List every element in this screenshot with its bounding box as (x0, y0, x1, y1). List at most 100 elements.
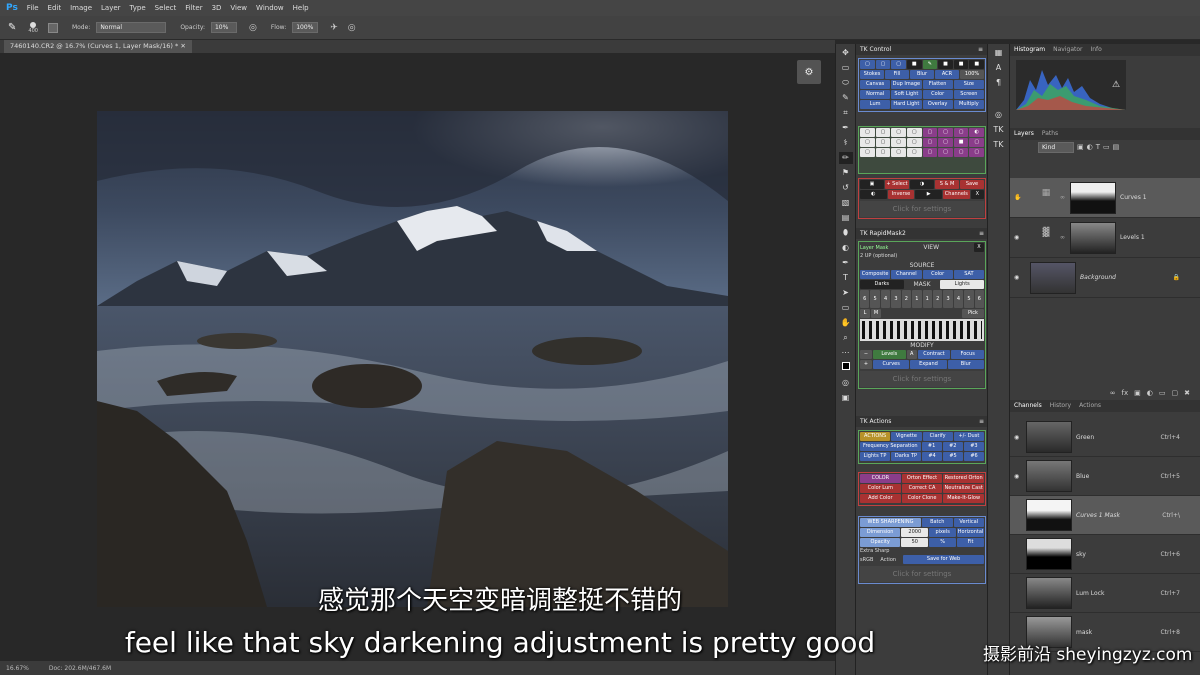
menu-layer[interactable]: Layer (101, 4, 121, 12)
tk-soft-light-button[interactable]: Soft Light (891, 90, 922, 99)
tk-multiply-button[interactable]: Multiply (953, 100, 984, 109)
tk-extra-sharp-check[interactable]: Extra Sharp (860, 548, 984, 554)
tk-l-button[interactable]: L (860, 309, 870, 318)
tk-contract-button[interactable]: Contract (917, 350, 951, 359)
layer-mask-thumbnail[interactable] (1070, 221, 1116, 254)
layer-row[interactable]: ◉ ▓ ∞ Levels 1 (1010, 218, 1200, 258)
tk-m-button[interactable]: M (871, 309, 881, 318)
menu-image[interactable]: Image (70, 4, 92, 12)
tk-darks-tp-button[interactable]: Darks TP (891, 452, 921, 461)
filter-shape-icon[interactable]: ▭ (1103, 143, 1110, 151)
tk-vignette-button[interactable]: Vignette (891, 432, 922, 441)
tk-action-3[interactable]: #3 (963, 442, 985, 451)
channel-row[interactable]: ◉ Blue Ctrl+5 (1010, 457, 1200, 496)
move-tool-icon[interactable]: ✥ (839, 47, 853, 59)
tk-fit-button[interactable]: Fit (957, 538, 984, 547)
tk-add-color-button[interactable]: Add Color (860, 494, 901, 503)
airbrush-icon[interactable]: ✈ (330, 23, 338, 33)
layer-row[interactable]: ✋ ▦ ∞ Curves 1 (1010, 178, 1200, 218)
menu-select[interactable]: Select (155, 4, 177, 12)
add-mask-icon[interactable]: ▣ (1134, 389, 1141, 397)
tab-info[interactable]: Info (1090, 46, 1101, 54)
tk-select-icon[interactable]: ▣ (860, 180, 884, 189)
tk-icon-4[interactable]: ■ (906, 60, 922, 69)
layer-mask-thumbnail[interactable] (1070, 181, 1116, 214)
tk-normal-button[interactable]: Normal (860, 90, 891, 99)
lock-icon[interactable]: 🔒 (1173, 274, 1180, 281)
document-tab[interactable]: 7460140.CR2 @ 16.7% (Curves 1, Layer Mas… (4, 40, 192, 53)
tab-history[interactable]: History (1050, 402, 1071, 410)
tk-fill-button[interactable]: Fill (885, 70, 909, 79)
tk-sm-button[interactable]: S & M (935, 180, 959, 189)
quick-mask-icon[interactable]: ◎ (839, 377, 853, 389)
type-tool-icon[interactable]: T (839, 272, 853, 284)
new-layer-icon[interactable]: ▢ (1172, 389, 1179, 397)
tk-layer-mask-check[interactable]: Layer Mask (860, 245, 888, 251)
tk-canvas-button[interactable]: Canvas (860, 80, 891, 89)
tk-color-clone-button[interactable]: Color Clone (901, 494, 943, 503)
link-icon[interactable]: ∞ (1060, 234, 1066, 241)
tk-light-1[interactable]: 1 (922, 290, 932, 308)
tab-layers[interactable]: Layers (1014, 130, 1034, 138)
tk-neutralize-button[interactable]: Neutralize Cast (943, 484, 985, 493)
tk-sat-button[interactable]: SAT (953, 270, 984, 279)
tk-color-lum-button[interactable]: Color Lum (860, 484, 901, 493)
quick-select-tool-icon[interactable]: ✎ (839, 92, 853, 104)
dodge-tool-icon[interactable]: ◐ (839, 242, 853, 254)
tk-inverse-button[interactable]: Inverse (887, 190, 915, 199)
tk-batch-button[interactable]: Batch (922, 518, 953, 527)
tk-icon-1[interactable]: ▢ (860, 60, 875, 69)
tk-dark-4[interactable]: 4 (880, 290, 891, 308)
tk-action-5[interactable]: #5 (943, 452, 963, 461)
tab-histogram[interactable]: Histogram (1014, 46, 1045, 54)
channel-row[interactable]: Lum Lock Ctrl+7 (1010, 574, 1200, 613)
tk-dust-button[interactable]: +/- Dust (953, 432, 984, 441)
flow-field[interactable]: 100% (292, 22, 319, 33)
close-icon[interactable]: ✕ (180, 42, 185, 50)
tk-plus-button[interactable]: + (860, 360, 872, 369)
tk-mask-settings[interactable]: Click for settings (860, 371, 984, 387)
tk-flatten-button[interactable]: Flatten (922, 80, 953, 89)
tk-icon-5[interactable]: ✎ (922, 60, 938, 69)
eye-icon[interactable]: ◉ (1014, 234, 1026, 241)
tk-action-4[interactable]: #4 (922, 452, 942, 461)
tk-light-5[interactable]: 5 (964, 290, 974, 308)
tk-levels-button[interactable]: Levels (873, 350, 906, 359)
eraser-tool-icon[interactable]: ▧ (839, 197, 853, 209)
tk-minus-button[interactable]: − (860, 350, 872, 359)
tab-paths[interactable]: Paths (1042, 130, 1058, 138)
adjustment-icon[interactable]: ◐ (1147, 389, 1153, 397)
tk-2up-check[interactable]: 2 UP (optional) (860, 253, 984, 262)
tk-blur-button[interactable]: Blur (910, 70, 934, 79)
tk-action-check[interactable]: Action (880, 557, 896, 563)
character-panel-icon[interactable]: A (992, 62, 1006, 74)
tab-actions[interactable]: Actions (1079, 402, 1101, 410)
tk-orton-button[interactable]: Orton Effect (901, 474, 943, 483)
tk-100-button[interactable]: 100% (960, 70, 984, 79)
tk-sm-icon[interactable]: ◑ (910, 180, 934, 189)
tk-lum-button[interactable]: Lum (860, 100, 891, 109)
tk-inverse-icon[interactable]: ◐ (860, 190, 887, 199)
tk-control-settings[interactable]: Click for settings (860, 201, 984, 217)
layer-row[interactable]: ◉ Background 🔒 (1010, 258, 1200, 298)
paragraph-panel-icon[interactable]: ¶ (992, 77, 1006, 89)
menu-type[interactable]: Type (130, 4, 146, 12)
hand-tool-icon[interactable]: ✋ (839, 317, 853, 329)
tk-dimension-input[interactable]: 2000 (901, 528, 929, 537)
tk-light-2[interactable]: 2 (932, 290, 943, 308)
pen-tool-icon[interactable]: ✒ (839, 257, 853, 269)
tk-mask-sliders[interactable] (860, 319, 984, 341)
tk-stokes-button[interactable]: Stokes (860, 70, 884, 79)
tk-acr-button[interactable]: ACR (935, 70, 959, 79)
warning-icon[interactable]: ⚠ (1112, 80, 1120, 90)
brush-tool-icon[interactable]: ✎ (8, 22, 16, 33)
filter-adjust-icon[interactable]: ◐ (1087, 143, 1093, 151)
eyedropper-tool-icon[interactable]: ✒ (839, 122, 853, 134)
group-icon[interactable]: ▭ (1159, 389, 1166, 397)
tk-vertical-button[interactable]: Vertical (953, 518, 984, 527)
tk-dup-image-button[interactable]: Dup Image (891, 80, 922, 89)
tk-lights-tp-button[interactable]: Lights TP (860, 452, 890, 461)
eye-icon[interactable]: ◉ (1014, 274, 1026, 281)
filter-smart-icon[interactable]: ▤ (1113, 143, 1120, 151)
shape-tool-icon[interactable]: ▭ (839, 302, 853, 314)
